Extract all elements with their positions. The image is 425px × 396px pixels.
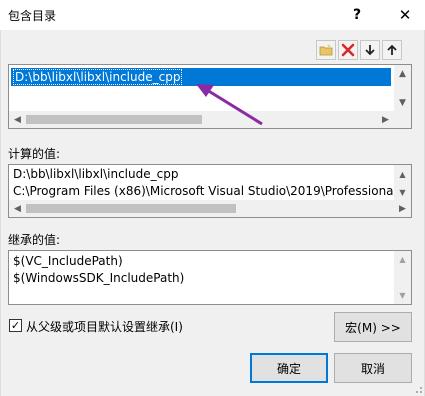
scroll-up-icon[interactable]: ▲ xyxy=(394,251,411,268)
move-down-button[interactable] xyxy=(360,40,380,60)
scroll-thumb[interactable] xyxy=(26,204,236,213)
include-directories-list[interactable]: D:\bb\libxl\libxl\include_cpp ▲ ▼ ◀ ▶ xyxy=(8,64,412,129)
macros-button[interactable]: 宏(M) >> xyxy=(334,312,412,342)
close-button[interactable]: ✕ xyxy=(394,4,416,26)
window-title: 包含目录 xyxy=(8,9,57,23)
vertical-scrollbar[interactable]: ▲ ▼ xyxy=(394,65,411,111)
inherit-checkbox-label[interactable]: 从父级或项目默认设置继承(I) xyxy=(26,318,183,335)
horizontal-scrollbar[interactable]: ◀ ▶ xyxy=(9,111,411,128)
computed-values-label: 计算的值: xyxy=(8,147,61,161)
delete-button[interactable] xyxy=(338,40,358,60)
scroll-left-icon[interactable]: ◀ xyxy=(9,111,26,128)
ok-button[interactable]: 确定 xyxy=(250,353,328,383)
inherited-values-label: 继承的值: xyxy=(8,233,61,247)
computed-line: C:\Program Files (x86)\Microsoft Visual … xyxy=(13,184,394,198)
title-bar: 包含目录 ? ✕ xyxy=(0,0,425,30)
inherited-line: $(WindowsSDK_IncludePath) xyxy=(13,271,185,285)
scroll-down-icon[interactable]: ▼ xyxy=(394,183,411,201)
scroll-down-icon[interactable]: ▼ xyxy=(394,94,411,111)
arrow-down-icon xyxy=(365,45,375,56)
scroll-right-icon[interactable]: ▶ xyxy=(394,200,411,217)
list-toolbar xyxy=(316,40,402,60)
vertical-scrollbar[interactable]: ▲ ▼ xyxy=(394,165,411,201)
arrow-up-icon xyxy=(387,44,397,55)
scroll-thumb[interactable] xyxy=(26,115,202,124)
scroll-up-icon[interactable]: ▲ xyxy=(394,165,411,183)
inherited-line: $(VC_IncludePath) xyxy=(13,254,123,268)
checkmark-icon: ✓ xyxy=(10,319,21,332)
new-line-button[interactable] xyxy=(316,40,336,60)
selected-directory-item[interactable]: D:\bb\libxl\libxl\include_cpp xyxy=(11,68,391,86)
cancel-button[interactable]: 取消 xyxy=(334,353,412,383)
scroll-up-icon[interactable]: ▲ xyxy=(394,65,411,82)
inherit-checkbox[interactable]: ✓ xyxy=(9,319,22,332)
delete-icon xyxy=(341,43,355,57)
scroll-right-icon[interactable]: ▶ xyxy=(377,111,394,128)
vertical-scrollbar[interactable]: ▲ ▼ xyxy=(394,251,411,304)
selected-directory-text: D:\bb\libxl\libxl\include_cpp xyxy=(13,69,183,85)
scroll-down-icon[interactable]: ▼ xyxy=(394,287,411,304)
horizontal-scrollbar[interactable]: ◀ ▶ xyxy=(9,200,411,217)
move-up-button[interactable] xyxy=(382,40,402,60)
computed-values-box: D:\bb\libxl\libxl\include_cpp C:\Program… xyxy=(8,164,412,218)
new-folder-icon xyxy=(319,44,333,56)
inherited-values-box: $(VC_IncludePath) $(WindowsSDK_IncludePa… xyxy=(8,250,412,305)
scroll-left-icon[interactable]: ◀ xyxy=(9,200,26,217)
help-button[interactable]: ? xyxy=(346,4,368,26)
resize-grip-icon[interactable] xyxy=(413,384,423,394)
